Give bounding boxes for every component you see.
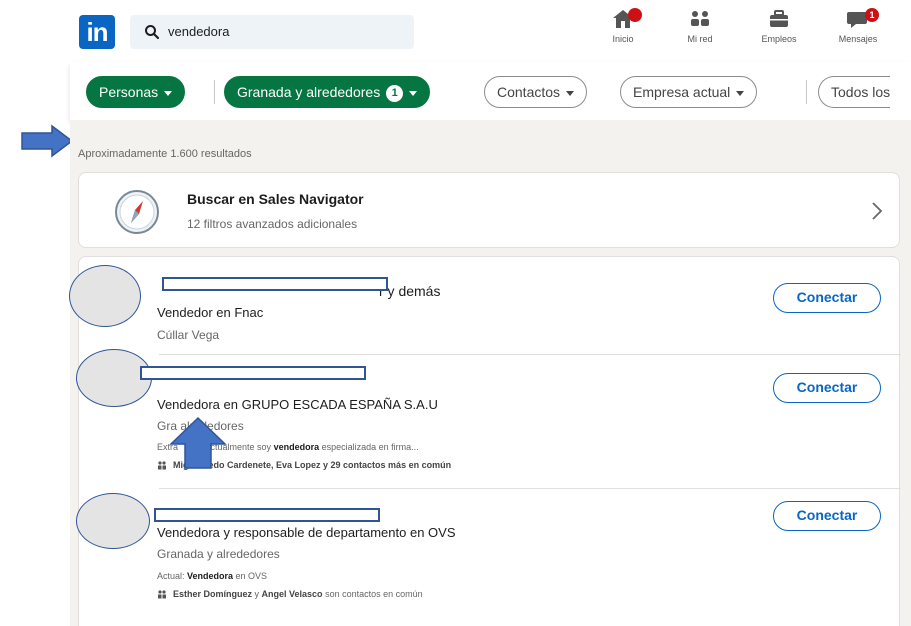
filter-current-company-label: Empresa actual (633, 84, 731, 100)
filter-personas-label: Personas (99, 84, 159, 100)
messages-badge: 1 (865, 8, 879, 22)
connect-button[interactable]: Conectar (773, 501, 881, 531)
shared-connections-icon (158, 590, 166, 599)
filter-location[interactable]: Granada y alrededores 1 (224, 76, 431, 108)
nav-jobs[interactable]: Empleos (744, 8, 814, 54)
network-icon (691, 11, 709, 26)
filter-all[interactable]: Todos los (818, 76, 891, 108)
nav-home-label: Inicio (612, 34, 634, 44)
filter-personas[interactable]: Personas (86, 76, 186, 108)
result-location: Granada y alrededores (157, 547, 280, 561)
result-name-suffix: r y demás (379, 283, 441, 299)
result-title: Vendedora y responsable de departamento … (157, 525, 456, 540)
sales-navigator-card[interactable]: Buscar en Sales Navigator 12 filtros ava… (78, 172, 900, 248)
search-box[interactable]: vendedora (130, 15, 414, 49)
filter-separator (214, 80, 215, 104)
nav-network-label: Mi red (687, 34, 713, 44)
compass-icon (115, 190, 159, 234)
result-shared-connections[interactable]: Esther Domínguez y Angel Velasco son con… (157, 589, 423, 599)
summary-rest: especializada en firma... (319, 442, 419, 452)
briefcase-icon (770, 10, 788, 27)
filter-current-company[interactable]: Empresa actual (620, 76, 758, 108)
current-rest: en OVS (233, 571, 268, 581)
current-prefix: Actual: (157, 571, 188, 581)
annotation-arrow-middle (21, 124, 74, 158)
filter-bar: Personas Granada y alrededores 1 Contacto… (70, 62, 911, 120)
shared-name-a: Esther Domínguez (173, 589, 253, 599)
result-location: Cúllar Vega (157, 328, 220, 342)
filter-location-label: Granada y alrededores (237, 84, 381, 100)
search-icon (145, 25, 160, 40)
filter-separator (806, 80, 807, 104)
summary-bold: vendedora (273, 442, 320, 452)
redacted-name (154, 508, 380, 522)
chevron-right-icon (872, 202, 883, 220)
chevron-down-icon (409, 90, 418, 96)
nav-jobs-label: Empleos (761, 34, 797, 44)
redacted-avatar (69, 265, 141, 327)
sales-navigator-title: Buscar en Sales Navigator (187, 191, 364, 207)
shared-mid: y (252, 589, 262, 599)
search-query[interactable]: vendedora (168, 24, 229, 39)
filter-all-label: Todos los (831, 84, 891, 100)
current-bold: Vendedora (187, 571, 234, 581)
nav-messages-label: Mensajes (838, 34, 878, 44)
top-navigation-bar: in vendedora Inicio Mi red Empleos 1 Men… (0, 0, 911, 62)
redacted-avatar (76, 493, 150, 549)
result-title: Vendedora en GRUPO ESCADA ESPAÑA S.A.U (157, 397, 438, 412)
shared-name-b: Angel Velasco (261, 589, 323, 599)
connect-button[interactable]: Conectar (773, 373, 881, 403)
chevron-down-icon (736, 90, 745, 96)
nav-messages[interactable]: 1 Mensajes (823, 8, 893, 54)
filter-contacts[interactable]: Contactos (484, 76, 588, 108)
result-title: Vendedor en Fnac (157, 305, 264, 320)
shared-rest: son contactos en común (322, 589, 423, 599)
result-current-position: Actual: Vendedora en OVS (157, 571, 267, 581)
home-badge (628, 8, 642, 22)
list-item[interactable]: r y demás Vendedor en Fnac Cúllar Vega C… (79, 257, 901, 355)
linkedin-logo[interactable]: in (79, 15, 115, 49)
filter-location-count: 1 (386, 84, 404, 102)
shared-connections-icon (158, 461, 166, 470)
annotation-arrow-up (169, 416, 227, 469)
redacted-name (140, 366, 366, 380)
nav-network[interactable]: Mi red (665, 8, 735, 54)
filter-contacts-label: Contactos (497, 84, 561, 100)
chevron-down-icon (566, 90, 575, 96)
results-count: Aproximadamente 1.600 resultados (78, 148, 252, 160)
nav-home[interactable]: Inicio (588, 8, 658, 54)
sales-navigator-subtitle: 12 filtros avanzados adicionales (187, 217, 358, 231)
connect-button[interactable]: Conectar (773, 283, 881, 313)
redacted-name (162, 277, 388, 291)
chevron-down-icon (164, 90, 173, 96)
